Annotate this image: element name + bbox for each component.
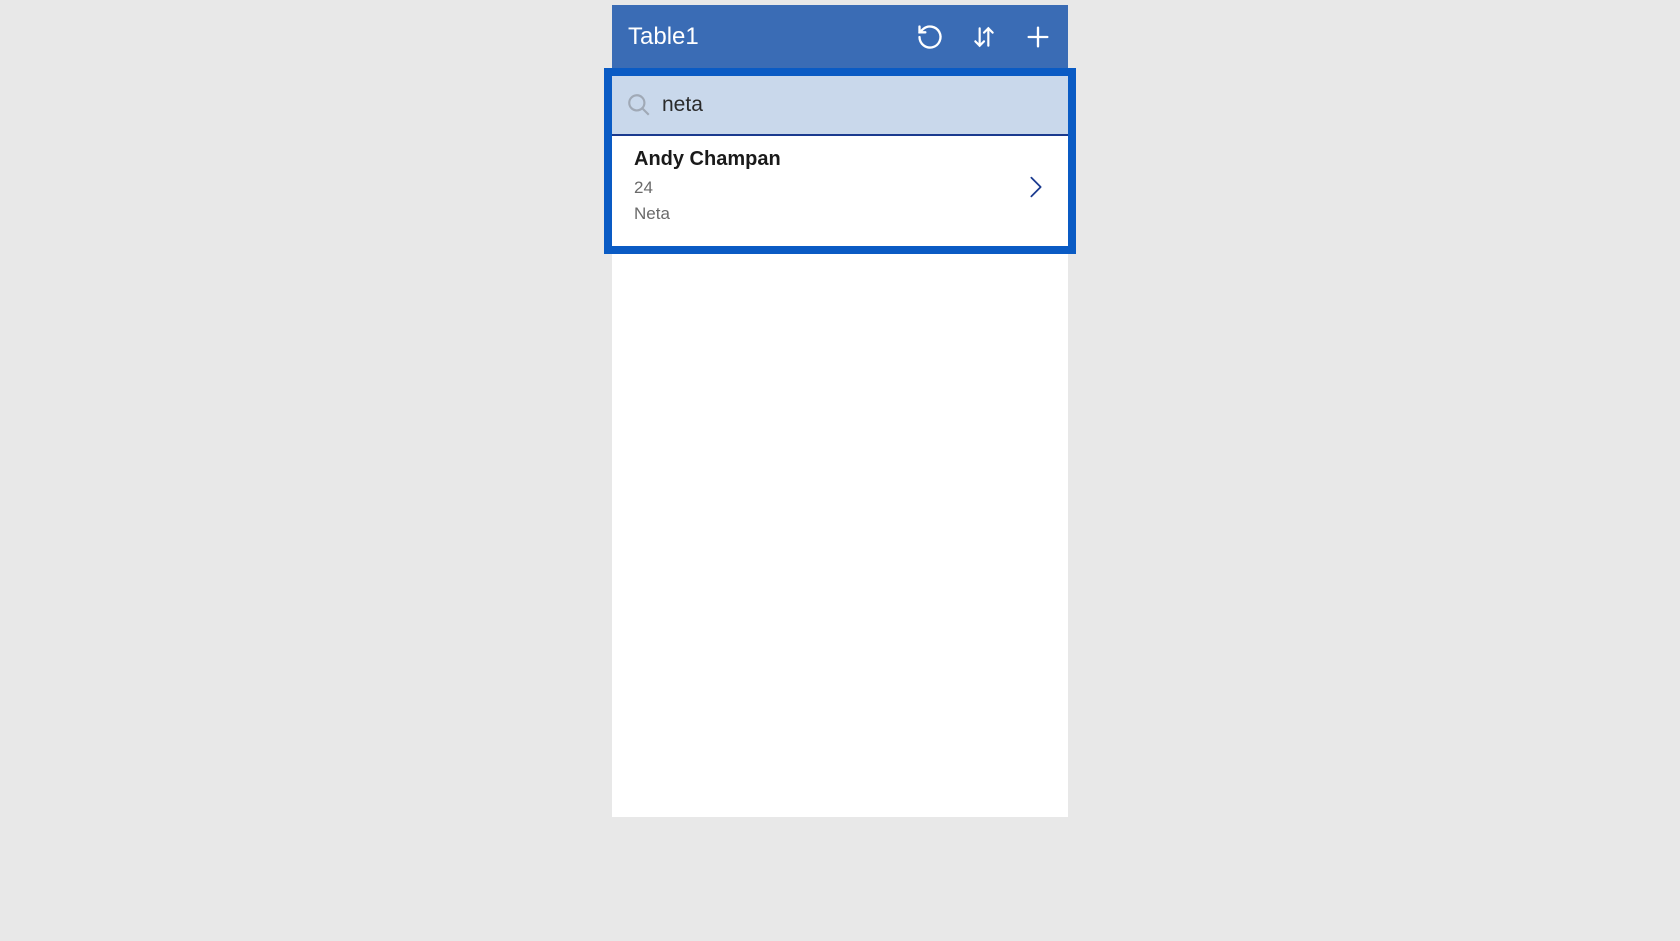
highlighted-section: Andy Champan 24 Neta xyxy=(604,68,1076,254)
list-item-age: 24 xyxy=(634,175,1026,201)
list-item-company: Neta xyxy=(634,201,1026,227)
app-container: Table1 xyxy=(612,5,1068,817)
plus-icon xyxy=(1024,23,1052,51)
sort-button[interactable] xyxy=(970,23,998,51)
chevron-right-icon xyxy=(1026,173,1046,201)
search-icon xyxy=(626,92,652,118)
header-actions xyxy=(916,23,1052,51)
search-bar xyxy=(612,76,1068,136)
search-input[interactable] xyxy=(662,93,1054,117)
list-item-content: Andy Champan 24 Neta xyxy=(634,148,1026,226)
content-area xyxy=(612,254,1068,817)
list-item-name: Andy Champan xyxy=(634,148,1026,171)
sort-icon xyxy=(971,23,997,51)
list-item[interactable]: Andy Champan 24 Neta xyxy=(612,136,1068,246)
add-button[interactable] xyxy=(1024,23,1052,51)
page-title: Table1 xyxy=(628,23,916,51)
refresh-button[interactable] xyxy=(916,23,944,51)
header: Table1 xyxy=(612,5,1068,68)
refresh-icon xyxy=(916,23,944,51)
